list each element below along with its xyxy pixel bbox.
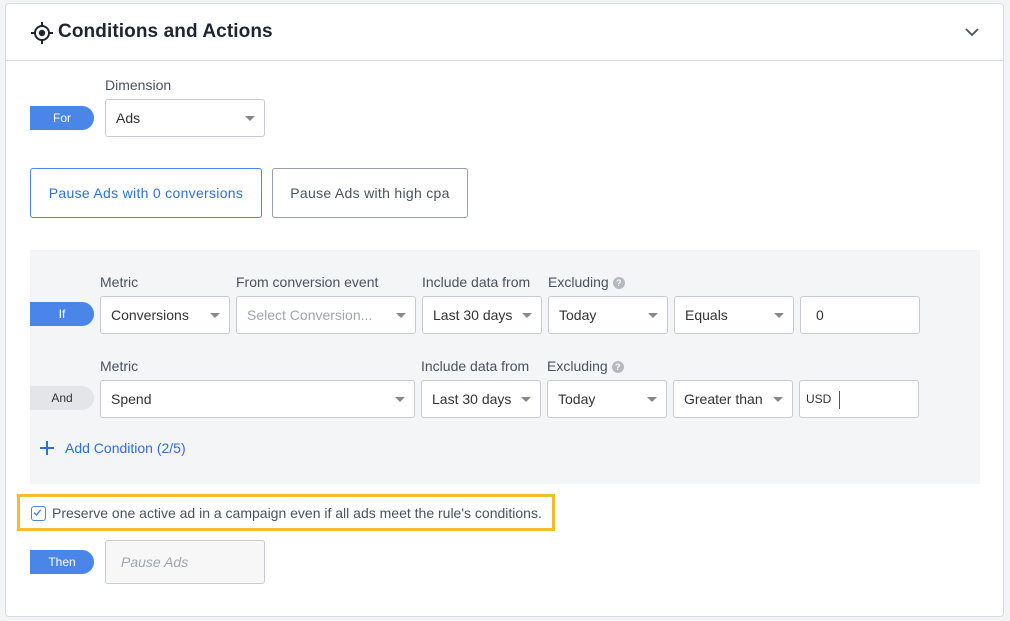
dimension-label: Dimension: [105, 77, 172, 93]
preserve-checkbox[interactable]: [31, 506, 46, 521]
caret-down-icon: [774, 313, 784, 318]
caret-down-icon: [210, 313, 220, 318]
for-pill: For: [30, 106, 94, 130]
caret-down-icon: [395, 397, 405, 402]
if-value-input[interactable]: 0: [800, 296, 920, 334]
and-excluding-label: Excluding?: [547, 358, 624, 374]
and-metric-label: Metric: [100, 358, 139, 374]
and-operator-select[interactable]: Greater than: [673, 380, 793, 418]
if-excluding-value: Today: [559, 307, 597, 323]
if-pill: If: [30, 302, 94, 326]
then-pill: Then: [30, 550, 94, 574]
panel-header: Conditions and Actions: [6, 4, 1003, 61]
if-operator-select[interactable]: Equals: [674, 296, 794, 334]
add-condition-label: Add Condition (2/5): [65, 440, 186, 456]
dimension-select[interactable]: Ads: [105, 99, 265, 137]
if-include-data-value: Last 30 days: [433, 307, 513, 323]
if-metric-value: Conversions: [111, 307, 189, 323]
caret-down-icon: [773, 397, 783, 402]
conversion-event-select[interactable]: Select Conversion...: [236, 296, 416, 334]
if-operator-value: Equals: [685, 307, 728, 323]
text-cursor: [839, 390, 841, 409]
if-include-data-select[interactable]: Last 30 days: [422, 296, 542, 334]
target-icon: [31, 22, 53, 44]
and-operator-value: Greater than: [684, 391, 763, 407]
plus-icon: [40, 441, 54, 455]
conversion-event-label: From conversion event: [236, 274, 379, 290]
and-pill: And: [30, 386, 94, 410]
and-excluding-value: Today: [558, 391, 596, 407]
caret-down-icon: [245, 116, 255, 121]
caret-down-icon: [521, 397, 531, 402]
if-excluding-select[interactable]: Today: [548, 296, 668, 334]
and-value-input[interactable]: USD: [799, 380, 919, 418]
if-metric-label: Metric: [100, 274, 139, 290]
checkmark-icon: [33, 509, 42, 517]
panel-title: Conditions and Actions: [58, 21, 273, 42]
preserve-ad-option: Preserve one active ad in a campaign eve…: [17, 494, 555, 531]
and-excluding-text: Excluding: [547, 358, 608, 374]
then-action-field[interactable]: Pause Ads: [105, 540, 265, 584]
and-excluding-select[interactable]: Today: [547, 380, 667, 418]
and-include-data-value: Last 30 days: [432, 391, 512, 407]
caret-down-icon: [647, 397, 657, 402]
caret-down-icon: [396, 313, 406, 318]
chevron-down-icon[interactable]: [964, 26, 980, 38]
template-zero-conversions-button[interactable]: Pause Ads with 0 conversions: [30, 168, 262, 218]
preserve-label: Preserve one active ad in a campaign eve…: [52, 505, 542, 521]
conversion-event-placeholder: Select Conversion...: [247, 307, 373, 323]
and-include-data-select[interactable]: Last 30 days: [421, 380, 541, 418]
help-icon[interactable]: ?: [611, 361, 624, 373]
dimension-value: Ads: [116, 110, 141, 126]
caret-down-icon: [522, 313, 532, 318]
and-metric-select[interactable]: Spend: [100, 380, 415, 418]
if-excluding-label: Excluding?: [548, 274, 625, 290]
if-include-data-label: Include data from: [422, 274, 531, 290]
currency-prefix: USD: [806, 392, 832, 406]
caret-down-icon: [648, 313, 658, 318]
if-excluding-text: Excluding: [548, 274, 609, 290]
and-include-data-label: Include data from: [421, 358, 530, 374]
and-metric-value: Spend: [111, 391, 152, 407]
help-icon[interactable]: ?: [612, 277, 625, 289]
if-metric-select[interactable]: Conversions: [100, 296, 230, 334]
template-high-cpa-button[interactable]: Pause Ads with high cpa: [272, 168, 468, 218]
